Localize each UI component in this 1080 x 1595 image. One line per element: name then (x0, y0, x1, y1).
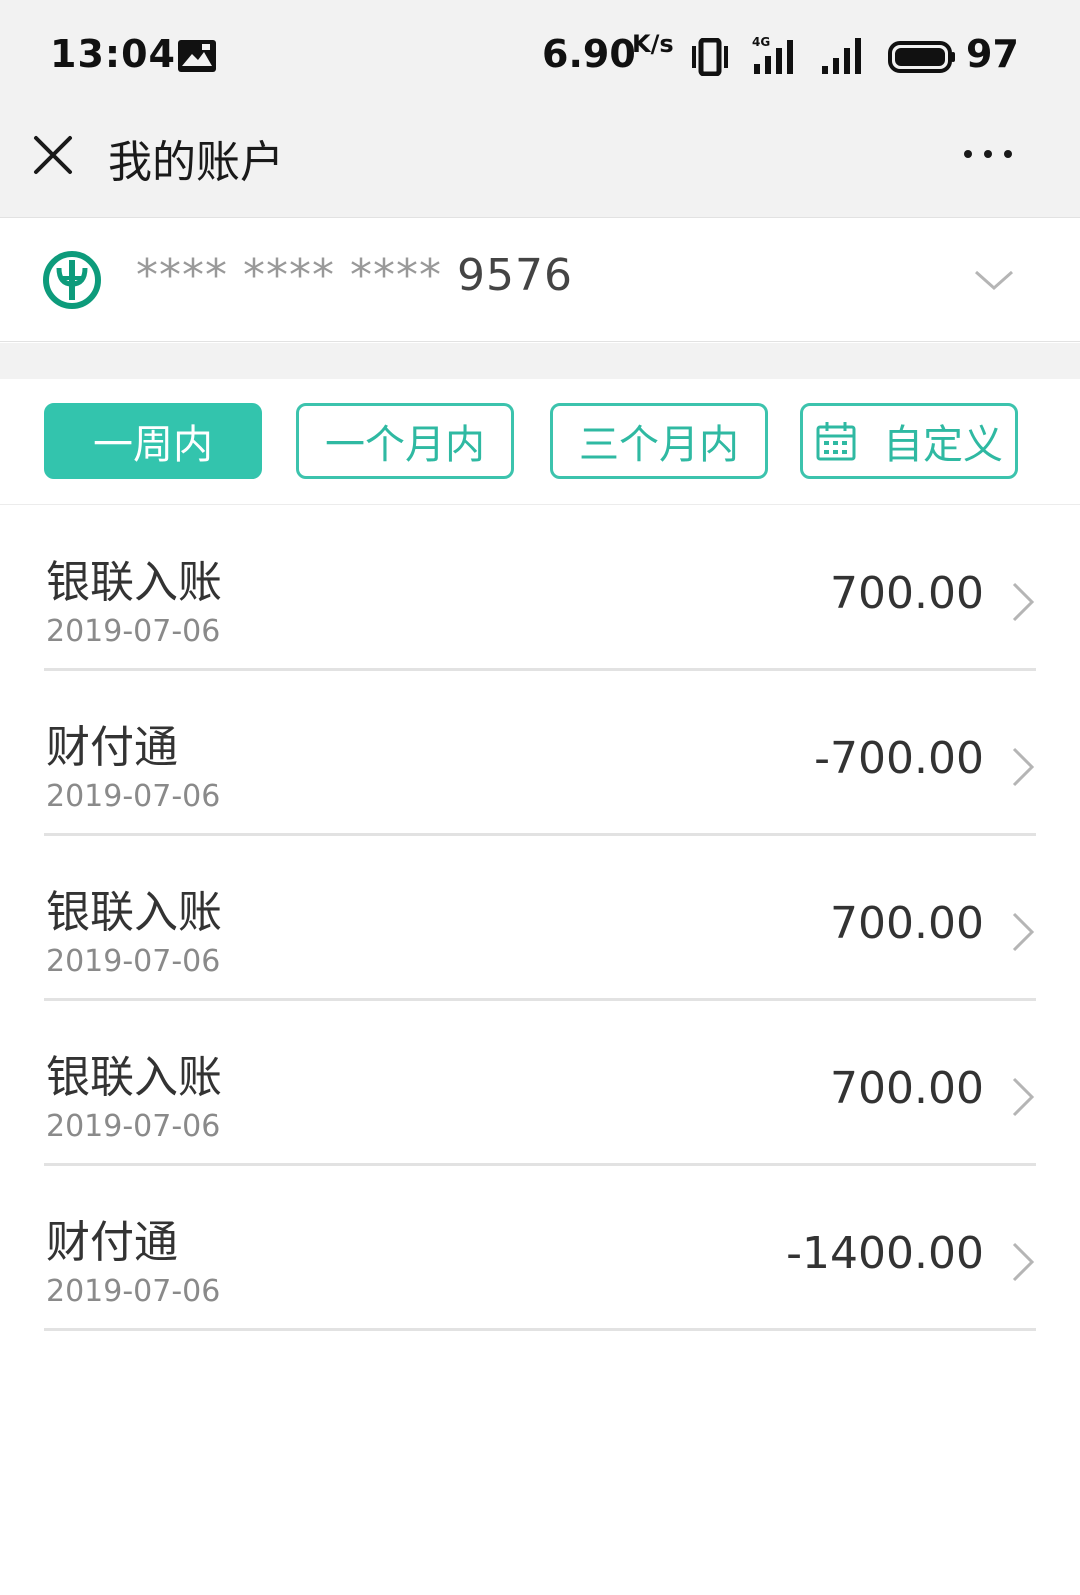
transaction-amount: -700.00 (814, 733, 984, 784)
network-speed: 6.90 (542, 32, 636, 76)
section-divider (0, 343, 1080, 379)
filter-custom-button[interactable]: 自定义 (800, 403, 1018, 479)
svg-text:4G: 4G (752, 35, 770, 49)
account-last4: 9576 (456, 250, 573, 301)
title-bar: 我的账户 (0, 110, 1080, 218)
date-filter-bar: 一周内 一个月内 三个月内 自定义 (0, 379, 1080, 505)
transaction-row[interactable]: 财付通 2019-07-06 -700.00 (44, 671, 1036, 836)
close-icon[interactable] (30, 132, 76, 178)
transaction-date: 2019-07-06 (46, 614, 221, 649)
transaction-amount: 700.00 (830, 898, 984, 949)
filter-one-month-button[interactable]: 一个月内 (296, 403, 514, 479)
battery-icon (888, 41, 955, 73)
4g-signal-icon: 4G (752, 35, 793, 74)
transaction-date: 2019-07-06 (46, 944, 221, 979)
signal-icon (822, 38, 861, 74)
status-time: 13:04 (50, 32, 176, 76)
transaction-row[interactable]: 财付通 2019-07-06 -1400.00 (44, 1166, 1036, 1331)
filter-three-months-button[interactable]: 三个月内 (550, 403, 768, 479)
transaction-name: 财付通 (46, 1217, 178, 1268)
chevron-right-icon (1012, 1077, 1035, 1117)
battery-level: 97 (966, 32, 1019, 76)
status-bar: 13:04 6.90 K/s 4G 97 (0, 0, 1080, 110)
bank-logo-icon (43, 251, 101, 309)
transaction-row[interactable]: 银联入账 2019-07-06 700.00 (44, 836, 1036, 1001)
chevron-right-icon (1012, 582, 1035, 622)
transaction-list: 银联入账 2019-07-06 700.00 财付通 2019-07-06 -7… (0, 506, 1080, 1331)
calendar-icon (816, 422, 856, 461)
chevron-right-icon (1012, 747, 1035, 787)
filter-label: 自定义 (883, 422, 1003, 468)
image-icon (178, 40, 216, 72)
transaction-name: 财付通 (46, 722, 178, 773)
transaction-name: 银联入账 (46, 1052, 222, 1103)
account-mask: **** **** **** (136, 250, 442, 301)
filter-label: 一个月内 (325, 422, 485, 468)
filter-label: 三个月内 (579, 422, 739, 468)
account-selector[interactable]: **** **** **** 9576 (0, 218, 1080, 342)
network-speed-unit: K/s (632, 30, 674, 58)
transaction-row[interactable]: 银联入账 2019-07-06 700.00 (44, 1001, 1036, 1166)
transaction-date: 2019-07-06 (46, 1109, 221, 1144)
transaction-amount: 700.00 (830, 568, 984, 619)
transaction-row[interactable]: 银联入账 2019-07-06 700.00 (44, 506, 1036, 671)
transaction-amount: -1400.00 (786, 1228, 984, 1279)
transaction-amount: 700.00 (830, 1063, 984, 1114)
chevron-down-icon[interactable] (972, 260, 1016, 300)
transaction-date: 2019-07-06 (46, 779, 221, 814)
filter-one-week-button[interactable]: 一周内 (44, 403, 262, 479)
transaction-name: 银联入账 (46, 887, 222, 938)
more-icon[interactable] (960, 136, 1016, 172)
chevron-right-icon (1012, 1242, 1035, 1282)
account-number: **** **** **** 9576 (136, 250, 573, 301)
transaction-date: 2019-07-06 (46, 1274, 221, 1309)
filter-label: 一周内 (93, 422, 213, 468)
transaction-name: 银联入账 (46, 557, 222, 608)
page-title: 我的账户 (108, 137, 284, 188)
vibrate-icon (692, 38, 728, 76)
chevron-right-icon (1012, 912, 1035, 952)
